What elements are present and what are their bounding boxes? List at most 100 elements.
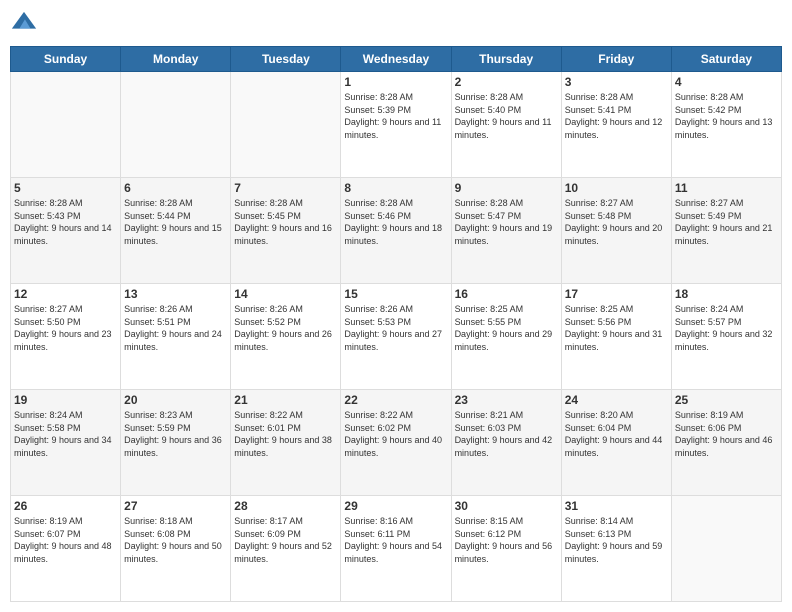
day-number: 18 bbox=[675, 287, 778, 301]
logo bbox=[10, 10, 42, 38]
calendar-day-header: Tuesday bbox=[231, 47, 341, 72]
day-info: Sunrise: 8:17 AM Sunset: 6:09 PM Dayligh… bbox=[234, 515, 337, 565]
day-number: 21 bbox=[234, 393, 337, 407]
calendar-cell bbox=[11, 72, 121, 178]
day-number: 15 bbox=[344, 287, 447, 301]
calendar-cell: 9 Sunrise: 8:28 AM Sunset: 5:47 PM Daylig… bbox=[451, 178, 561, 284]
day-number: 2 bbox=[455, 75, 558, 89]
day-number: 31 bbox=[565, 499, 668, 513]
calendar-cell: 6 Sunrise: 8:28 AM Sunset: 5:44 PM Daylig… bbox=[121, 178, 231, 284]
day-info: Sunrise: 8:28 AM Sunset: 5:41 PM Dayligh… bbox=[565, 91, 668, 141]
day-number: 22 bbox=[344, 393, 447, 407]
calendar-day-header: Wednesday bbox=[341, 47, 451, 72]
calendar-header-row: SundayMondayTuesdayWednesdayThursdayFrid… bbox=[11, 47, 782, 72]
calendar-cell: 28 Sunrise: 8:17 AM Sunset: 6:09 PM Dayli… bbox=[231, 496, 341, 602]
day-info: Sunrise: 8:24 AM Sunset: 5:58 PM Dayligh… bbox=[14, 409, 117, 459]
day-info: Sunrise: 8:14 AM Sunset: 6:13 PM Dayligh… bbox=[565, 515, 668, 565]
day-number: 16 bbox=[455, 287, 558, 301]
calendar-day-header: Sunday bbox=[11, 47, 121, 72]
day-number: 7 bbox=[234, 181, 337, 195]
calendar-cell: 16 Sunrise: 8:25 AM Sunset: 5:55 PM Dayli… bbox=[451, 284, 561, 390]
day-number: 5 bbox=[14, 181, 117, 195]
day-info: Sunrise: 8:25 AM Sunset: 5:55 PM Dayligh… bbox=[455, 303, 558, 353]
day-number: 14 bbox=[234, 287, 337, 301]
day-info: Sunrise: 8:22 AM Sunset: 6:01 PM Dayligh… bbox=[234, 409, 337, 459]
calendar-cell: 11 Sunrise: 8:27 AM Sunset: 5:49 PM Dayli… bbox=[671, 178, 781, 284]
day-number: 12 bbox=[14, 287, 117, 301]
day-info: Sunrise: 8:28 AM Sunset: 5:45 PM Dayligh… bbox=[234, 197, 337, 247]
calendar-cell: 25Sunrise: 8:19 AM Sunset: 6:06 PM Dayli… bbox=[671, 390, 781, 496]
day-number: 19 bbox=[14, 393, 117, 407]
calendar-cell: 19 Sunrise: 8:24 AM Sunset: 5:58 PM Dayli… bbox=[11, 390, 121, 496]
calendar-table: SundayMondayTuesdayWednesdayThursdayFrid… bbox=[10, 46, 782, 602]
day-number: 6 bbox=[124, 181, 227, 195]
day-number: 10 bbox=[565, 181, 668, 195]
day-number: 24 bbox=[565, 393, 668, 407]
calendar-cell: 12 Sunrise: 8:27 AM Sunset: 5:50 PM Dayli… bbox=[11, 284, 121, 390]
calendar-cell: 31 Sunrise: 8:14 AM Sunset: 6:13 PM Dayli… bbox=[561, 496, 671, 602]
calendar-cell: 17 Sunrise: 8:25 AM Sunset: 5:56 PM Dayli… bbox=[561, 284, 671, 390]
day-info: Sunrise: 8:28 AM Sunset: 5:43 PM Dayligh… bbox=[14, 197, 117, 247]
calendar-week-row: 1Sunrise: 8:28 AM Sunset: 5:39 PM Daylig… bbox=[11, 72, 782, 178]
day-info: Sunrise: 8:27 AM Sunset: 5:49 PM Dayligh… bbox=[675, 197, 778, 247]
day-number: 26 bbox=[14, 499, 117, 513]
day-number: 1 bbox=[344, 75, 447, 89]
day-info: Sunrise: 8:26 AM Sunset: 5:53 PM Dayligh… bbox=[344, 303, 447, 353]
calendar-cell: 1Sunrise: 8:28 AM Sunset: 5:39 PM Daylig… bbox=[341, 72, 451, 178]
day-number: 8 bbox=[344, 181, 447, 195]
day-info: Sunrise: 8:25 AM Sunset: 5:56 PM Dayligh… bbox=[565, 303, 668, 353]
calendar-week-row: 26Sunrise: 8:19 AM Sunset: 6:07 PM Dayli… bbox=[11, 496, 782, 602]
calendar-cell: 7 Sunrise: 8:28 AM Sunset: 5:45 PM Daylig… bbox=[231, 178, 341, 284]
day-info: Sunrise: 8:26 AM Sunset: 5:52 PM Dayligh… bbox=[234, 303, 337, 353]
day-info: Sunrise: 8:27 AM Sunset: 5:50 PM Dayligh… bbox=[14, 303, 117, 353]
day-info: Sunrise: 8:15 AM Sunset: 6:12 PM Dayligh… bbox=[455, 515, 558, 565]
day-info: Sunrise: 8:18 AM Sunset: 6:08 PM Dayligh… bbox=[124, 515, 227, 565]
day-info: Sunrise: 8:28 AM Sunset: 5:42 PM Dayligh… bbox=[675, 91, 778, 141]
calendar-day-header: Saturday bbox=[671, 47, 781, 72]
calendar-cell bbox=[671, 496, 781, 602]
calendar-week-row: 12 Sunrise: 8:27 AM Sunset: 5:50 PM Dayli… bbox=[11, 284, 782, 390]
calendar-cell bbox=[121, 72, 231, 178]
calendar-cell: 5 Sunrise: 8:28 AM Sunset: 5:43 PM Daylig… bbox=[11, 178, 121, 284]
day-number: 20 bbox=[124, 393, 227, 407]
page: SundayMondayTuesdayWednesdayThursdayFrid… bbox=[0, 0, 792, 612]
calendar-cell: 4 Sunrise: 8:28 AM Sunset: 5:42 PM Daylig… bbox=[671, 72, 781, 178]
day-info: Sunrise: 8:21 AM Sunset: 6:03 PM Dayligh… bbox=[455, 409, 558, 459]
calendar-cell: 3 Sunrise: 8:28 AM Sunset: 5:41 PM Daylig… bbox=[561, 72, 671, 178]
calendar-cell: 18 Sunrise: 8:24 AM Sunset: 5:57 PM Dayli… bbox=[671, 284, 781, 390]
calendar-cell: 10 Sunrise: 8:27 AM Sunset: 5:48 PM Dayli… bbox=[561, 178, 671, 284]
calendar-cell: 20 Sunrise: 8:23 AM Sunset: 5:59 PM Dayli… bbox=[121, 390, 231, 496]
calendar-cell: 14 Sunrise: 8:26 AM Sunset: 5:52 PM Dayli… bbox=[231, 284, 341, 390]
calendar-day-header: Monday bbox=[121, 47, 231, 72]
calendar-cell: 21 Sunrise: 8:22 AM Sunset: 6:01 PM Dayli… bbox=[231, 390, 341, 496]
day-info: Sunrise: 8:28 AM Sunset: 5:46 PM Dayligh… bbox=[344, 197, 447, 247]
calendar-cell: 27 Sunrise: 8:18 AM Sunset: 6:08 PM Dayli… bbox=[121, 496, 231, 602]
day-info: Sunrise: 8:28 AM Sunset: 5:47 PM Dayligh… bbox=[455, 197, 558, 247]
day-number: 23 bbox=[455, 393, 558, 407]
calendar-cell: 8 Sunrise: 8:28 AM Sunset: 5:46 PM Daylig… bbox=[341, 178, 451, 284]
calendar-cell: 13Sunrise: 8:26 AM Sunset: 5:51 PM Dayli… bbox=[121, 284, 231, 390]
day-info: Sunrise: 8:23 AM Sunset: 5:59 PM Dayligh… bbox=[124, 409, 227, 459]
calendar-day-header: Thursday bbox=[451, 47, 561, 72]
day-number: 9 bbox=[455, 181, 558, 195]
calendar-cell: 15 Sunrise: 8:26 AM Sunset: 5:53 PM Dayli… bbox=[341, 284, 451, 390]
day-info: Sunrise: 8:24 AM Sunset: 5:57 PM Dayligh… bbox=[675, 303, 778, 353]
day-number: 17 bbox=[565, 287, 668, 301]
calendar-day-header: Friday bbox=[561, 47, 671, 72]
day-number: 4 bbox=[675, 75, 778, 89]
day-info: Sunrise: 8:26 AM Sunset: 5:51 PM Dayligh… bbox=[124, 303, 227, 353]
day-number: 11 bbox=[675, 181, 778, 195]
day-info: Sunrise: 8:28 AM Sunset: 5:40 PM Dayligh… bbox=[455, 91, 558, 141]
day-info: Sunrise: 8:28 AM Sunset: 5:44 PM Dayligh… bbox=[124, 197, 227, 247]
day-number: 25 bbox=[675, 393, 778, 407]
day-info: Sunrise: 8:16 AM Sunset: 6:11 PM Dayligh… bbox=[344, 515, 447, 565]
day-number: 28 bbox=[234, 499, 337, 513]
calendar-cell bbox=[231, 72, 341, 178]
day-info: Sunrise: 8:27 AM Sunset: 5:48 PM Dayligh… bbox=[565, 197, 668, 247]
calendar-cell: 29Sunrise: 8:16 AM Sunset: 6:11 PM Dayli… bbox=[341, 496, 451, 602]
day-number: 3 bbox=[565, 75, 668, 89]
calendar-cell: 26Sunrise: 8:19 AM Sunset: 6:07 PM Dayli… bbox=[11, 496, 121, 602]
day-number: 30 bbox=[455, 499, 558, 513]
day-number: 27 bbox=[124, 499, 227, 513]
calendar-cell: 2 Sunrise: 8:28 AM Sunset: 5:40 PM Daylig… bbox=[451, 72, 561, 178]
